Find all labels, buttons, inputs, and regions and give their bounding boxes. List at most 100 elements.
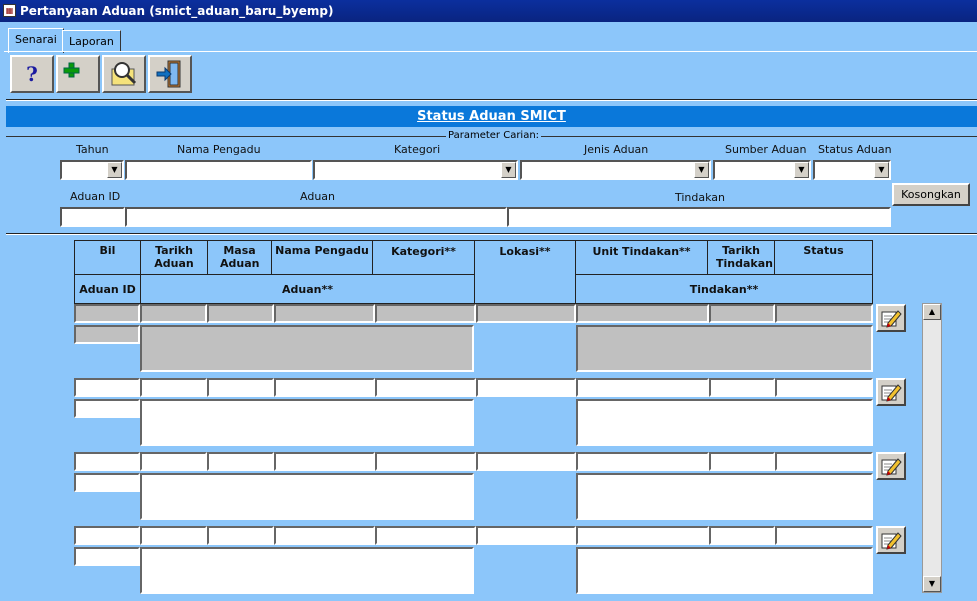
- tindakan-input[interactable]: [507, 207, 891, 227]
- page-title: Status Aduan SMICT: [417, 109, 566, 124]
- search-icon: [111, 62, 137, 86]
- record-field[interactable]: [775, 304, 873, 323]
- record-field[interactable]: [576, 304, 709, 323]
- record-field[interactable]: [775, 526, 873, 545]
- record-tindakan-field[interactable]: [576, 325, 873, 372]
- header-tarikh-tindakan: Tarikh Tindakan: [708, 241, 775, 274]
- record-aduan-id-field[interactable]: [74, 325, 140, 344]
- record-aduan-field[interactable]: [140, 325, 474, 372]
- record-field[interactable]: [576, 452, 709, 471]
- record-field[interactable]: [74, 526, 140, 545]
- record-field[interactable]: [775, 452, 873, 471]
- record-aduan-field[interactable]: [140, 399, 474, 446]
- header-lokasi: Lokasi**: [475, 241, 576, 303]
- jenis-aduan-select[interactable]: ▼: [520, 160, 711, 180]
- add-button[interactable]: [56, 55, 100, 93]
- record-field[interactable]: [274, 452, 375, 471]
- record-field[interactable]: [274, 304, 375, 323]
- record-field[interactable]: [207, 378, 274, 397]
- record-aduan-id-field[interactable]: [74, 547, 140, 566]
- record-field[interactable]: [576, 378, 709, 397]
- record-field[interactable]: [709, 378, 775, 397]
- edit-icon: [881, 532, 902, 550]
- exit-icon: [156, 60, 181, 88]
- kosongkan-button[interactable]: Kosongkan: [892, 183, 970, 206]
- edit-record-button[interactable]: [876, 452, 906, 480]
- status-aduan-select[interactable]: ▼: [813, 160, 891, 180]
- tahun-label: Tahun: [76, 143, 109, 156]
- nama-pengadu-input[interactable]: [125, 160, 312, 180]
- header-tarikh-aduan: Tarikh Aduan: [141, 241, 208, 274]
- add-icon: [63, 62, 80, 78]
- record-field[interactable]: [775, 378, 873, 397]
- record-field[interactable]: [375, 378, 476, 397]
- search-button[interactable]: [102, 55, 146, 93]
- record-field[interactable]: [709, 304, 775, 323]
- tab-divider: [4, 51, 977, 52]
- page-banner: Status Aduan SMICT: [6, 106, 977, 127]
- table-header: Bil Tarikh Aduan Masa Aduan Nama Pengadu…: [74, 240, 873, 304]
- header-kategori: Kategori**: [373, 241, 475, 274]
- exit-button[interactable]: [148, 55, 192, 93]
- header-bil: Bil: [75, 241, 141, 274]
- record-field[interactable]: [140, 378, 207, 397]
- scroll-down-icon[interactable]: ▼: [923, 576, 941, 592]
- record-field[interactable]: [375, 526, 476, 545]
- help-button[interactable]: ?: [10, 55, 54, 93]
- record-field[interactable]: [74, 304, 140, 323]
- chevron-down-icon[interactable]: ▼: [107, 162, 122, 178]
- record-field[interactable]: [207, 304, 274, 323]
- record-tindakan-field[interactable]: [576, 547, 873, 594]
- record-field[interactable]: [709, 452, 775, 471]
- record-field[interactable]: [74, 378, 140, 397]
- aduan-input[interactable]: [125, 207, 507, 227]
- chevron-down-icon[interactable]: ▼: [501, 162, 516, 178]
- record-aduan-field[interactable]: [140, 547, 474, 594]
- record-field[interactable]: [476, 304, 576, 323]
- chevron-down-icon[interactable]: ▼: [794, 162, 809, 178]
- record-field[interactable]: [476, 452, 576, 471]
- tahun-select[interactable]: ▼: [60, 160, 124, 180]
- record-field[interactable]: [140, 526, 207, 545]
- record-tindakan-field[interactable]: [576, 473, 873, 520]
- records-scrollbar[interactable]: ▲ ▼: [922, 303, 942, 593]
- jenis-aduan-label: Jenis Aduan: [584, 143, 649, 156]
- header-aduan-id: Aduan ID: [75, 275, 141, 303]
- record-tindakan-field[interactable]: [576, 399, 873, 446]
- record-field[interactable]: [709, 526, 775, 545]
- tab-senarai[interactable]: Senarai: [8, 28, 64, 53]
- record-aduan-id-field[interactable]: [74, 399, 140, 418]
- header-tindakan: Tindakan**: [689, 283, 759, 296]
- record-field[interactable]: [476, 378, 576, 397]
- chevron-down-icon[interactable]: ▼: [874, 162, 889, 178]
- record-aduan-field[interactable]: [140, 473, 474, 520]
- record-aduan-id-field[interactable]: [74, 473, 140, 492]
- aduan-id-input[interactable]: [60, 207, 125, 227]
- edit-record-button[interactable]: [876, 304, 906, 332]
- scroll-up-icon[interactable]: ▲: [923, 304, 941, 320]
- record-field[interactable]: [207, 526, 274, 545]
- record-field[interactable]: [274, 378, 375, 397]
- help-icon: ?: [26, 62, 38, 86]
- record-field[interactable]: [140, 452, 207, 471]
- record-field[interactable]: [74, 452, 140, 471]
- search-params-legend: Parameter Carian:: [446, 130, 542, 141]
- aduan-id-label: Aduan ID: [70, 190, 121, 203]
- edit-record-button[interactable]: [876, 378, 906, 406]
- chevron-down-icon[interactable]: ▼: [694, 162, 709, 178]
- kategori-select[interactable]: ▼: [313, 160, 518, 180]
- record-field[interactable]: [375, 452, 476, 471]
- aduan-label: Aduan: [300, 190, 335, 203]
- params-divider: [6, 233, 977, 235]
- record-field[interactable]: [476, 526, 576, 545]
- tab-laporan[interactable]: Laporan: [62, 30, 121, 51]
- sumber-aduan-select[interactable]: ▼: [713, 160, 811, 180]
- record-field[interactable]: [375, 304, 476, 323]
- record-field[interactable]: [274, 526, 375, 545]
- record-field[interactable]: [207, 452, 274, 471]
- edit-record-button[interactable]: [876, 526, 906, 554]
- record-field[interactable]: [140, 304, 207, 323]
- record-field[interactable]: [576, 526, 709, 545]
- window-titlebar: ▦ Pertanyaan Aduan (smict_aduan_baru_bye…: [0, 0, 977, 22]
- edit-icon: [881, 458, 902, 476]
